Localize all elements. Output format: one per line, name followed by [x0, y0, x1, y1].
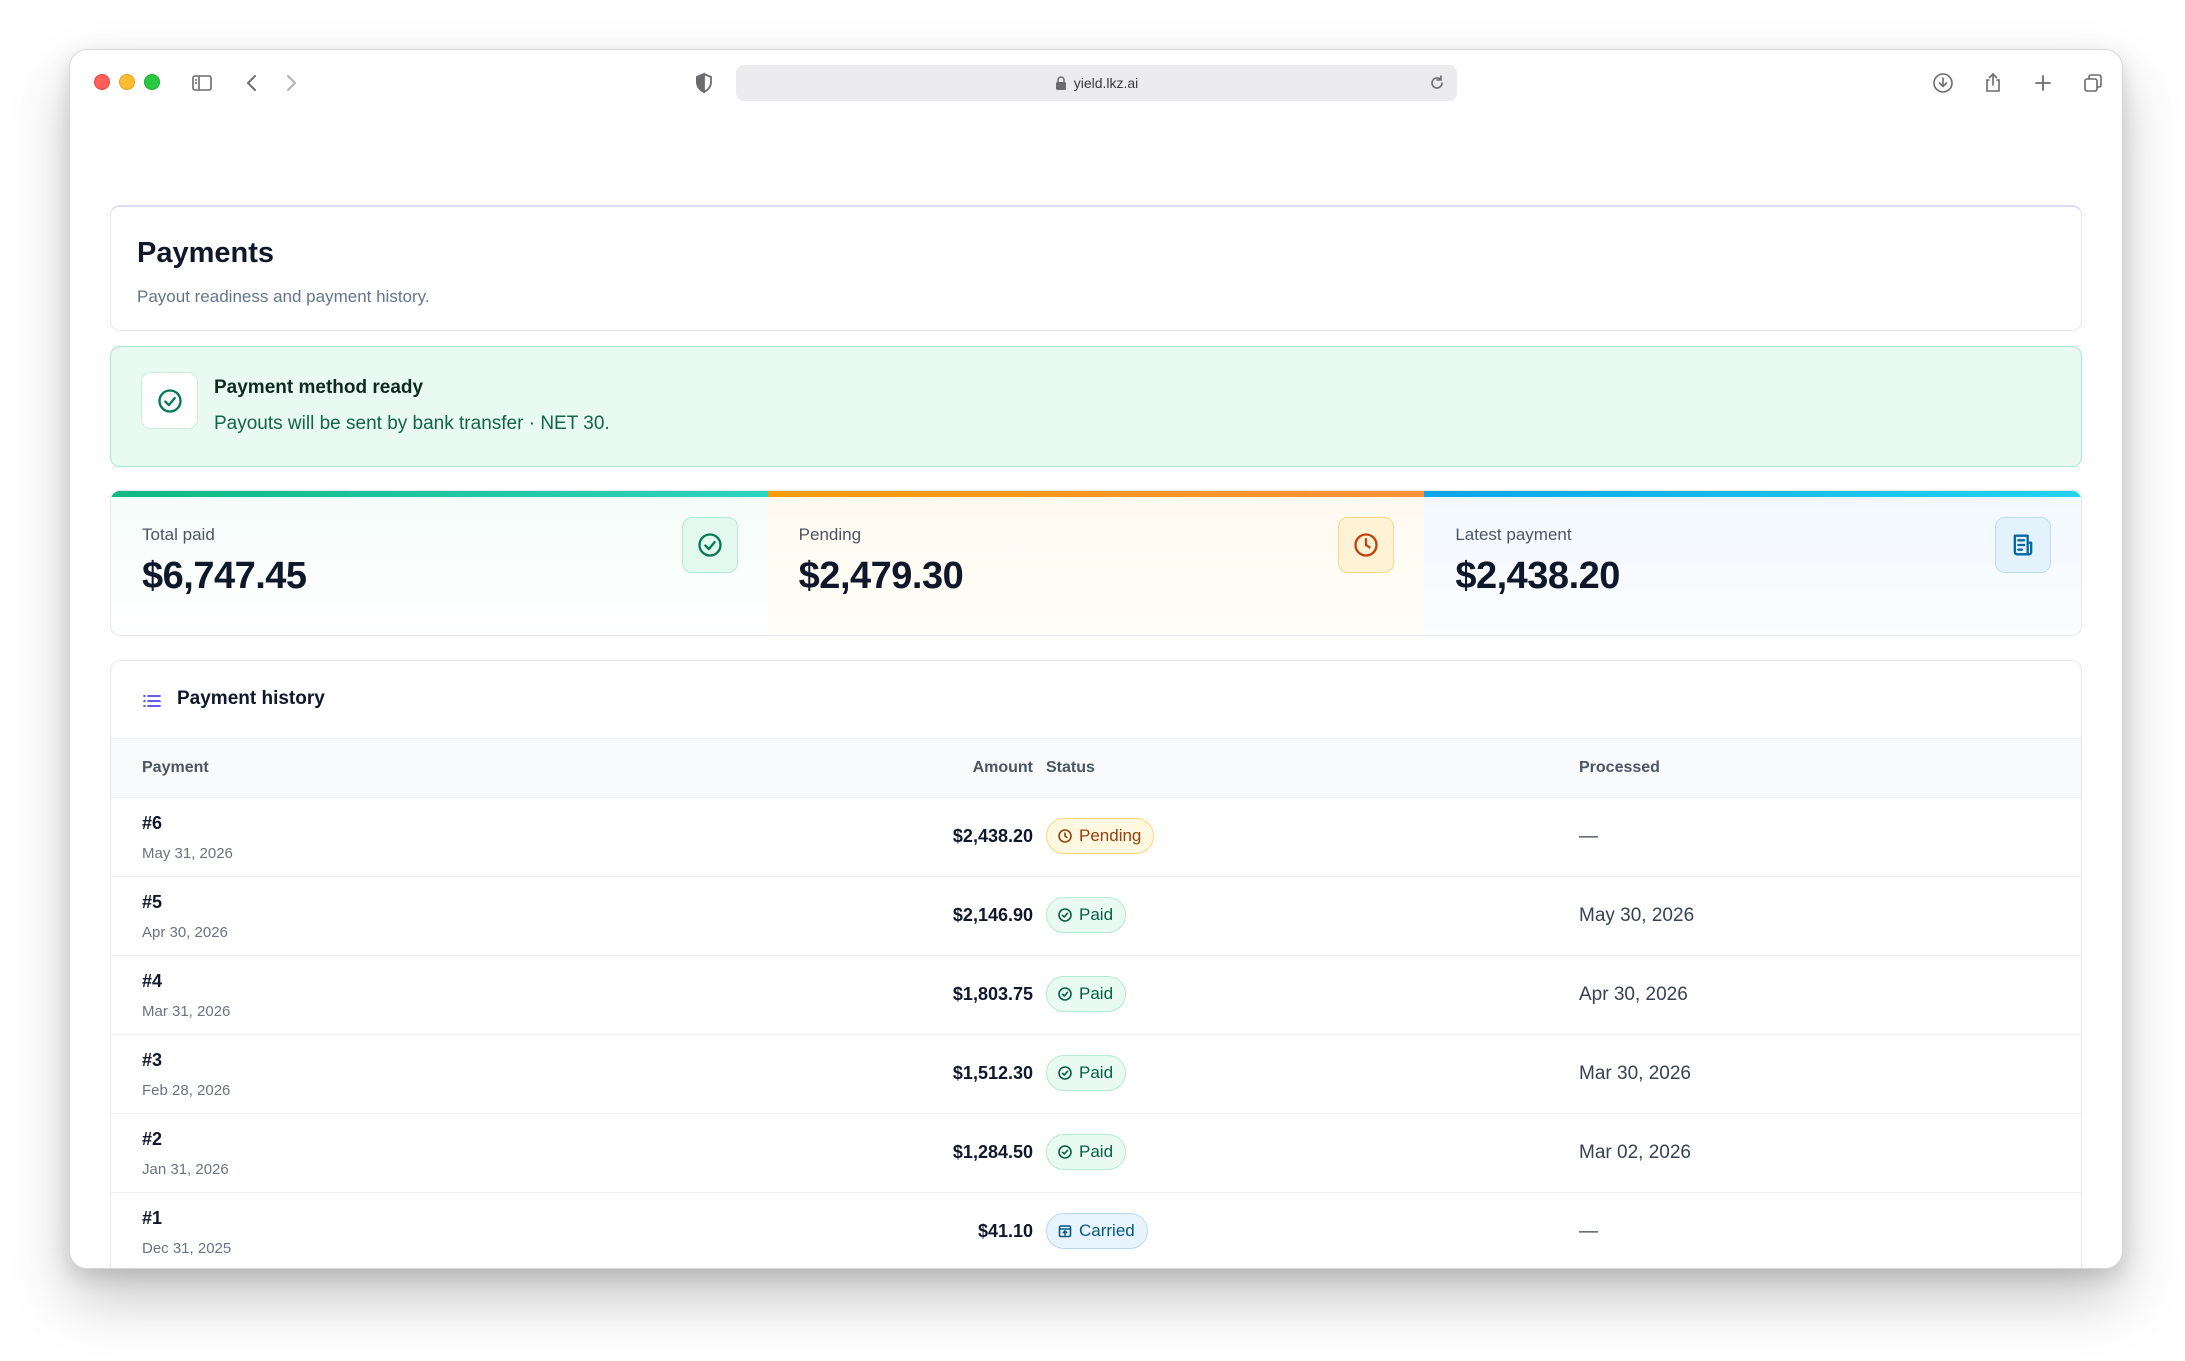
stat-accent-bar — [767, 491, 1425, 497]
reload-icon[interactable] — [1427, 73, 1447, 93]
status-badge: Carried — [1046, 1213, 1148, 1249]
status-badge: Pending — [1046, 818, 1155, 854]
close-window-button[interactable] — [94, 74, 110, 90]
downloads-icon[interactable] — [1929, 69, 1957, 97]
zoom-window-button[interactable] — [144, 74, 160, 90]
processed-date: Apr 30, 2026 — [1579, 984, 1688, 1005]
processed-date: Mar 02, 2026 — [1579, 1142, 1691, 1163]
alert-text: Payouts will be sent by bank transfer · … — [214, 413, 610, 434]
check-circle-icon — [1058, 1145, 1072, 1159]
url-text: yield.lkz.ai — [1073, 75, 1139, 91]
status-badge: Paid — [1046, 976, 1127, 1012]
lock-icon — [1055, 76, 1066, 90]
check-circle-icon — [681, 517, 738, 573]
check-circle-icon — [1058, 987, 1072, 1001]
column-header-amount[interactable]: Amount — [973, 759, 1033, 777]
payment-method-alert: Payment method ready Payouts will be sen… — [110, 346, 2082, 467]
status-badge: Paid — [1046, 1134, 1127, 1170]
stat-label: Latest payment — [1455, 525, 1572, 544]
clock-icon — [1058, 829, 1072, 843]
clock-icon — [1338, 517, 1395, 573]
status-badge: Paid — [1046, 897, 1127, 933]
tab-overview-icon[interactable] — [2079, 69, 2107, 97]
processed-date: — — [1579, 826, 1598, 847]
page-subtitle: Payout readiness and payment history. — [137, 287, 430, 306]
stat-value: $6,747.45 — [142, 555, 307, 597]
page-title: Payments — [137, 237, 275, 269]
status-label: Paid — [1079, 984, 1114, 1003]
payment-id: #2 — [142, 1129, 163, 1149]
payment-amount: $2,438.20 — [952, 826, 1033, 846]
stat-value: $2,479.30 — [798, 555, 964, 597]
payment-date: Mar 31, 2026 — [142, 1003, 231, 1020]
processed-date: May 30, 2026 — [1579, 905, 1695, 926]
payment-date: Jan 31, 2026 — [142, 1161, 229, 1178]
payment-id: #4 — [142, 971, 163, 991]
payment-id: #5 — [142, 892, 163, 912]
table-row[interactable]: #3 Feb 28, 2026 $1,512.30 Paid Mar 30, 2… — [111, 1035, 2081, 1114]
check-circle-icon — [141, 372, 198, 429]
browser-toolbar: yield.lkz.ai — [70, 50, 2122, 115]
carry-forward-icon — [1058, 1225, 1072, 1238]
payment-history-card: Payment history Payment Amount Status Pr… — [110, 660, 2082, 1268]
browser-window: yield.lkz.ai Payments Payout readiness a… — [69, 49, 2123, 1269]
back-icon[interactable] — [238, 69, 266, 97]
status-label: Paid — [1079, 905, 1114, 924]
sidebar-toggle-icon[interactable] — [188, 69, 216, 97]
stat-pending: Pending $2,479.30 — [767, 491, 1425, 635]
payment-date: Dec 31, 2025 — [142, 1240, 232, 1257]
stat-label: Pending — [798, 525, 862, 544]
table-header: Payment Amount Status Processed — [111, 739, 2081, 798]
column-header-payment[interactable]: Payment — [142, 759, 209, 777]
stat-accent-bar — [1424, 491, 2081, 497]
check-circle-icon — [1058, 1066, 1072, 1080]
column-header-status[interactable]: Status — [1046, 759, 1095, 777]
new-tab-icon[interactable] — [2029, 69, 2057, 97]
payment-amount: $1,512.30 — [952, 1063, 1033, 1083]
processed-date: — — [1579, 1221, 1598, 1242]
payment-amount: $1,803.75 — [952, 984, 1033, 1004]
payment-id: #1 — [142, 1208, 163, 1228]
column-header-processed[interactable]: Processed — [1579, 759, 1660, 777]
privacy-shield-icon[interactable] — [690, 69, 718, 97]
stat-value: $2,438.20 — [1455, 555, 1620, 597]
status-label: Paid — [1079, 1142, 1114, 1161]
status-label: Carried — [1079, 1221, 1135, 1240]
receipt-icon — [1995, 517, 2052, 573]
payment-history-header: Payment history — [111, 661, 2081, 739]
payment-history-title: Payment history — [177, 688, 325, 709]
payment-amount: $41.10 — [977, 1221, 1033, 1241]
payment-id: #3 — [142, 1050, 163, 1070]
forward-icon[interactable] — [277, 69, 305, 97]
status-label: Paid — [1079, 1063, 1114, 1082]
processed-date: Mar 30, 2026 — [1579, 1063, 1691, 1084]
table-row[interactable]: #4 Mar 31, 2026 $1,803.75 Paid Apr 30, 2… — [111, 956, 2081, 1035]
payment-date: May 31, 2026 — [142, 845, 233, 862]
address-bar[interactable]: yield.lkz.ai — [736, 65, 1457, 101]
alert-title: Payment method ready — [214, 377, 424, 398]
minimize-window-button[interactable] — [119, 74, 135, 90]
share-icon[interactable] — [1979, 69, 2007, 97]
table-row[interactable]: #2 Jan 31, 2026 $1,284.50 Paid Mar 02, 2… — [111, 1114, 2081, 1193]
page-content: Payments Payout readiness and payment hi… — [70, 115, 2122, 1268]
stat-total-paid: Total paid $6,747.45 — [111, 491, 768, 635]
stat-accent-bar — [111, 491, 768, 497]
stat-label: Total paid — [142, 525, 215, 544]
payment-date: Apr 30, 2026 — [142, 924, 228, 941]
status-badge: Paid — [1046, 1055, 1127, 1091]
table-row[interactable]: #1 Dec 31, 2025 $41.10 Carried — — [111, 1193, 2081, 1268]
table-row[interactable]: #6 May 31, 2026 $2,438.20 Pending — — [111, 798, 2081, 877]
page-header-card: Payments Payout readiness and payment hi… — [110, 205, 2082, 331]
window-controls — [94, 74, 160, 90]
payment-id: #6 — [142, 813, 163, 833]
status-label: Pending — [1079, 826, 1142, 845]
table-row[interactable]: #5 Apr 30, 2026 $2,146.90 Paid May 30, 2… — [111, 877, 2081, 956]
check-circle-icon — [1058, 908, 1072, 922]
payment-date: Feb 28, 2026 — [142, 1082, 231, 1099]
stat-latest-payment: Latest payment $2,438.20 — [1424, 491, 2081, 635]
stats-row: Total paid $6,747.45 Pending $2,479.30 L… — [110, 490, 2082, 636]
payment-amount: $2,146.90 — [952, 905, 1033, 925]
payment-amount: $1,284.50 — [952, 1142, 1033, 1162]
list-icon — [143, 695, 161, 707]
